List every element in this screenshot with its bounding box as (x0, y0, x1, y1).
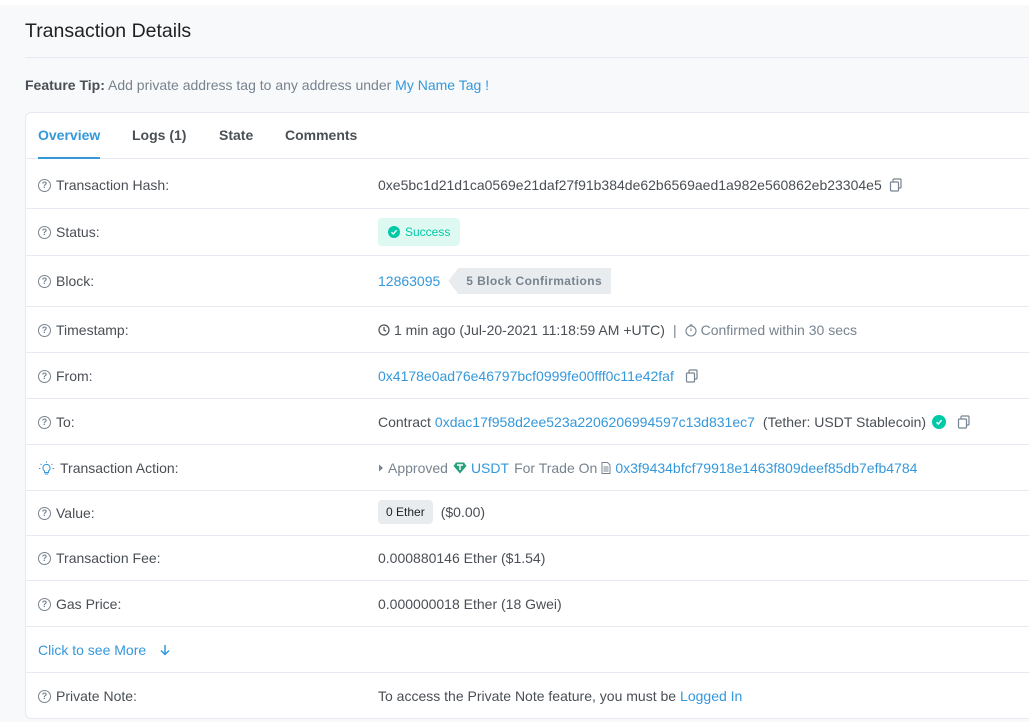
feature-tip-label: Feature Tip: (25, 77, 105, 93)
action-approved: Approved (388, 460, 448, 476)
tab-overview[interactable]: Overview (38, 127, 101, 159)
status-value: Success (405, 225, 451, 239)
transaction-hash-value: 0xe5bc1d21d1ca0569e21daf27f91b384de62b65… (378, 177, 882, 193)
row-status: ? Status: Success (26, 209, 1029, 256)
feature-tip-end: ! (481, 77, 490, 93)
help-icon[interactable]: ? (38, 415, 51, 429)
top-strip (0, 0, 1029, 5)
transaction-hash-label: Transaction Hash: (56, 177, 170, 193)
see-more-link[interactable]: Click to see More (38, 642, 146, 658)
clock-icon (378, 324, 390, 336)
verified-check-icon (932, 415, 947, 429)
help-icon[interactable]: ? (38, 274, 51, 288)
private-note-label: Private Note: (56, 688, 137, 704)
row-transaction-fee: ? Transaction Fee: 0.000880146 Ether ($1… (26, 536, 1029, 581)
block-confirmations-badge: 5 Block Confirmations (448, 268, 612, 294)
copy-icon[interactable] (889, 178, 903, 192)
help-icon[interactable]: ? (38, 506, 51, 520)
tether-token-icon (453, 462, 467, 474)
confirmed-within: Confirmed within 30 secs (700, 322, 857, 338)
row-see-more: Click to see More (26, 627, 1029, 673)
lightbulb-icon (39, 461, 54, 474)
transaction-card: Overview Logs (1) State Comments ? Trans… (25, 112, 1029, 719)
title-divider (25, 57, 1029, 58)
row-transaction-action: Transaction Action: Approved USDT For Tr… (26, 445, 1029, 491)
help-icon[interactable]: ? (38, 178, 51, 192)
value-usd: ($0.00) (440, 504, 486, 520)
usdt-token-link[interactable]: USDT (471, 460, 509, 476)
help-icon[interactable]: ? (38, 369, 51, 383)
see-more-toggle[interactable]: Click to see More (38, 642, 171, 658)
copy-icon[interactable] (685, 369, 699, 383)
transaction-action-label: Transaction Action: (60, 460, 179, 476)
timestamp-value: 1 min ago (Jul-20-2021 11:18:59 AM +UTC) (394, 322, 665, 338)
gas-price-value: 0.000000018 Ether (18 Gwei) (378, 596, 562, 612)
transaction-fee-value: 0.000880146 Ether ($1.54) (378, 550, 546, 566)
tab-bar: Overview Logs (1) State Comments (26, 113, 1029, 159)
caret-right-icon[interactable] (378, 464, 384, 472)
to-prefix: Contract (378, 414, 431, 430)
help-icon[interactable]: ? (38, 225, 51, 239)
to-contract-link[interactable]: 0xdac17f958d2ee523a2206206994597c13d831e… (435, 414, 755, 430)
page-title: Transaction Details (25, 20, 192, 42)
from-label: From: (56, 368, 93, 384)
help-icon[interactable]: ? (38, 689, 51, 703)
help-icon[interactable]: ? (38, 323, 51, 337)
block-number-link[interactable]: 12863095 (378, 273, 440, 289)
stopwatch-icon (685, 323, 697, 337)
status-badge: Success (378, 218, 461, 246)
transaction-fee-label: Transaction Fee: (56, 550, 161, 566)
to-contract-name: (Tether: USDT Stablecoin) (762, 414, 927, 430)
check-circle-icon (388, 226, 400, 238)
row-transaction-hash: ? Transaction Hash: 0xe5bc1d21d1ca0569e2… (26, 159, 1029, 209)
from-address-link[interactable]: 0x4178e0ad76e46797bcf0999fe00fff0c11e42f… (378, 368, 674, 384)
arrow-down-icon[interactable] (159, 644, 171, 656)
file-contract-icon (601, 462, 611, 474)
row-timestamp: ? Timestamp: 1 min ago (Jul-20-2021 11:1… (26, 307, 1029, 353)
action-for-trade-on: For Trade On (514, 460, 598, 476)
to-label: To: (56, 414, 75, 430)
feature-tip: Feature Tip: Add private address tag to … (25, 77, 489, 93)
logged-in-link[interactable]: Logged In (680, 688, 742, 704)
row-from: ? From: 0x4178e0ad76e46797bcf0999fe00fff… (26, 353, 1029, 399)
ether-value-badge: 0 Ether (378, 500, 433, 524)
row-value: ? Value: 0 Ether ($0.00) (26, 491, 1029, 536)
block-label: Block: (56, 273, 95, 289)
row-private-note: ? Private Note: To access the Private No… (26, 673, 1029, 719)
private-note-text: To access the Private Note feature, you … (378, 688, 677, 704)
tab-logs[interactable]: Logs (1) (132, 127, 186, 159)
tab-comments[interactable]: Comments (285, 127, 357, 159)
row-block: ? Block: 12863095 5 Block Confirmations (26, 256, 1029, 307)
status-label: Status: (56, 224, 100, 240)
row-to: ? To: Contract 0xdac17f958d2ee523a220620… (26, 399, 1029, 445)
value-label: Value: (56, 505, 95, 521)
action-contract-link[interactable]: 0x3f9434bfcf79918e1463f809deef85db7efb47… (615, 460, 917, 476)
help-icon[interactable]: ? (38, 551, 51, 565)
my-name-tag-link[interactable]: My Name Tag (395, 77, 481, 93)
row-gas-price: ? Gas Price: 0.000000018 Ether (18 Gwei) (26, 581, 1029, 627)
timestamp-separator: | (672, 322, 677, 338)
help-icon[interactable]: ? (38, 597, 51, 611)
gas-price-label: Gas Price: (56, 596, 122, 612)
tab-state[interactable]: State (219, 127, 253, 159)
copy-icon[interactable] (957, 415, 971, 429)
feature-tip-text: Add private address tag to any address u… (104, 77, 396, 93)
timestamp-label: Timestamp: (56, 322, 129, 338)
